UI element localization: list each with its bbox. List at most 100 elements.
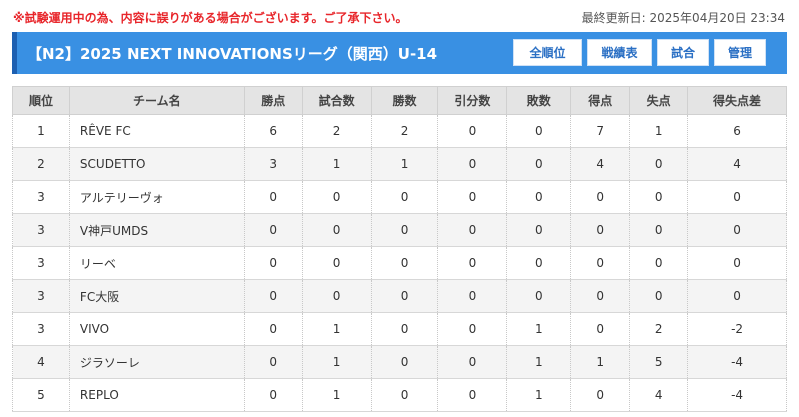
col-losses-header: 敗数 — [506, 86, 572, 115]
col-goals-for-header: 得点 — [570, 86, 631, 115]
goal-diff-cell: 0 — [687, 213, 787, 247]
rank-cell: 3 — [12, 279, 70, 313]
goals-against-cell: 0 — [629, 279, 689, 313]
losses-cell: 0 — [506, 114, 572, 148]
goal-diff-cell: -4 — [687, 378, 787, 412]
col-goals-against-header: 失点 — [629, 86, 689, 115]
rank-cell: 3 — [12, 213, 70, 247]
draws-cell: 0 — [437, 345, 508, 379]
losses-cell: 0 — [506, 147, 572, 181]
table-row: 3 V神戸UMDS 0 0 0 0 0 0 0 0 — [12, 213, 787, 247]
wins-cell: 0 — [370, 312, 439, 346]
draws-cell: 0 — [437, 246, 508, 280]
goals-for-cell: 0 — [570, 213, 631, 247]
losses-cell: 0 — [506, 213, 572, 247]
points-cell: 6 — [243, 114, 303, 148]
goals-against-cell: 4 — [629, 378, 689, 412]
manage-button[interactable]: 管理 — [714, 39, 766, 66]
wins-cell: 0 — [370, 345, 439, 379]
goals-against-cell: 5 — [629, 345, 689, 379]
played-cell: 2 — [301, 114, 372, 148]
losses-cell: 0 — [506, 180, 572, 214]
goals-against-cell: 2 — [629, 312, 689, 346]
rank-cell: 2 — [12, 147, 70, 181]
goal-diff-cell: -2 — [687, 312, 787, 346]
played-cell: 0 — [301, 246, 372, 280]
goals-against-cell: 0 — [629, 246, 689, 280]
rank-cell: 3 — [12, 246, 70, 280]
goal-diff-cell: 0 — [687, 279, 787, 313]
wins-cell: 1 — [370, 147, 439, 181]
played-cell: 1 — [301, 345, 372, 379]
goals-for-cell: 0 — [570, 279, 631, 313]
goals-against-cell: 0 — [629, 213, 689, 247]
col-team-header: チーム名 — [68, 86, 245, 115]
losses-cell: 1 — [506, 312, 572, 346]
goal-diff-cell: 0 — [687, 246, 787, 280]
table-row: 3 FC大阪 0 0 0 0 0 0 0 0 — [12, 279, 787, 313]
record-table-button[interactable]: 戦績表 — [587, 39, 652, 66]
rank-cell: 4 — [12, 345, 70, 379]
table-row: 5 REPLO 0 1 0 0 1 0 4 -4 — [12, 378, 787, 412]
points-cell: 0 — [243, 345, 303, 379]
team-name-cell: VIVO — [68, 312, 245, 346]
points-cell: 0 — [243, 180, 303, 214]
draws-cell: 0 — [437, 378, 508, 412]
team-name-cell: アルテリーヴォ — [68, 180, 245, 214]
team-name-cell: リーベ — [68, 246, 245, 280]
col-rank-header: 順位 — [12, 86, 70, 115]
wins-cell: 2 — [370, 114, 439, 148]
goals-for-cell: 0 — [570, 378, 631, 412]
goals-for-cell: 0 — [570, 180, 631, 214]
standings-table: 順位 チーム名 勝点 試合数 勝数 引分数 敗数 得点 失点 得失点差 1 RÊ… — [12, 86, 787, 412]
team-name-cell: RÊVE FC — [68, 114, 245, 148]
draws-cell: 0 — [437, 180, 508, 214]
goal-diff-cell: 0 — [687, 180, 787, 214]
points-cell: 0 — [243, 213, 303, 247]
draws-cell: 0 — [437, 213, 508, 247]
points-cell: 0 — [243, 378, 303, 412]
goals-for-cell: 1 — [570, 345, 631, 379]
last-updated: 最終更新日: 2025年04月20日 23:34 — [581, 11, 785, 25]
team-name-cell: FC大阪 — [68, 279, 245, 313]
points-cell: 0 — [243, 279, 303, 313]
table-row: 3 アルテリーヴォ 0 0 0 0 0 0 0 0 — [12, 180, 787, 214]
table-row: 4 ジラソーレ 0 1 0 0 1 1 5 -4 — [12, 345, 787, 379]
col-draws-header: 引分数 — [437, 86, 508, 115]
played-cell: 0 — [301, 213, 372, 247]
team-name-cell: REPLO — [68, 378, 245, 412]
col-played-header: 試合数 — [301, 86, 372, 115]
wins-cell: 0 — [370, 279, 439, 313]
rank-cell: 3 — [12, 312, 70, 346]
notice-text: ※試験運用中の為、内容に誤りがある場合がございます。ご了承下さい。 — [13, 11, 408, 25]
all-rank-button[interactable]: 全順位 — [513, 39, 582, 66]
col-wins-header: 勝数 — [370, 86, 439, 115]
played-cell: 0 — [301, 279, 372, 313]
losses-cell: 1 — [506, 378, 572, 412]
points-cell: 3 — [243, 147, 303, 181]
col-goal-diff-header: 得失点差 — [687, 86, 787, 115]
goals-against-cell: 1 — [629, 114, 689, 148]
played-cell: 0 — [301, 180, 372, 214]
col-points-header: 勝点 — [243, 86, 303, 115]
header-row: 順位 チーム名 勝点 試合数 勝数 引分数 敗数 得点 失点 得失点差 — [12, 86, 787, 115]
played-cell: 1 — [301, 312, 372, 346]
wins-cell: 0 — [370, 246, 439, 280]
table-row: 2 SCUDETTO 3 1 1 0 0 4 0 4 — [12, 147, 787, 181]
team-name-cell: SCUDETTO — [68, 147, 245, 181]
losses-cell: 0 — [506, 279, 572, 313]
table-row: 1 RÊVE FC 6 2 2 0 0 7 1 6 — [12, 114, 787, 148]
team-name-cell: ジラソーレ — [68, 345, 245, 379]
goal-diff-cell: 4 — [687, 147, 787, 181]
league-title: 【N2】2025 NEXT INNOVATIONSリーグ（関西）U-14 — [27, 45, 438, 63]
table-row: 3 リーベ 0 0 0 0 0 0 0 0 — [12, 246, 787, 280]
match-button[interactable]: 試合 — [657, 39, 709, 66]
losses-cell: 0 — [506, 246, 572, 280]
goal-diff-cell: 6 — [687, 114, 787, 148]
draws-cell: 0 — [437, 147, 508, 181]
points-cell: 0 — [243, 246, 303, 280]
wins-cell: 0 — [370, 180, 439, 214]
points-cell: 0 — [243, 312, 303, 346]
losses-cell: 1 — [506, 345, 572, 379]
goals-against-cell: 0 — [629, 180, 689, 214]
